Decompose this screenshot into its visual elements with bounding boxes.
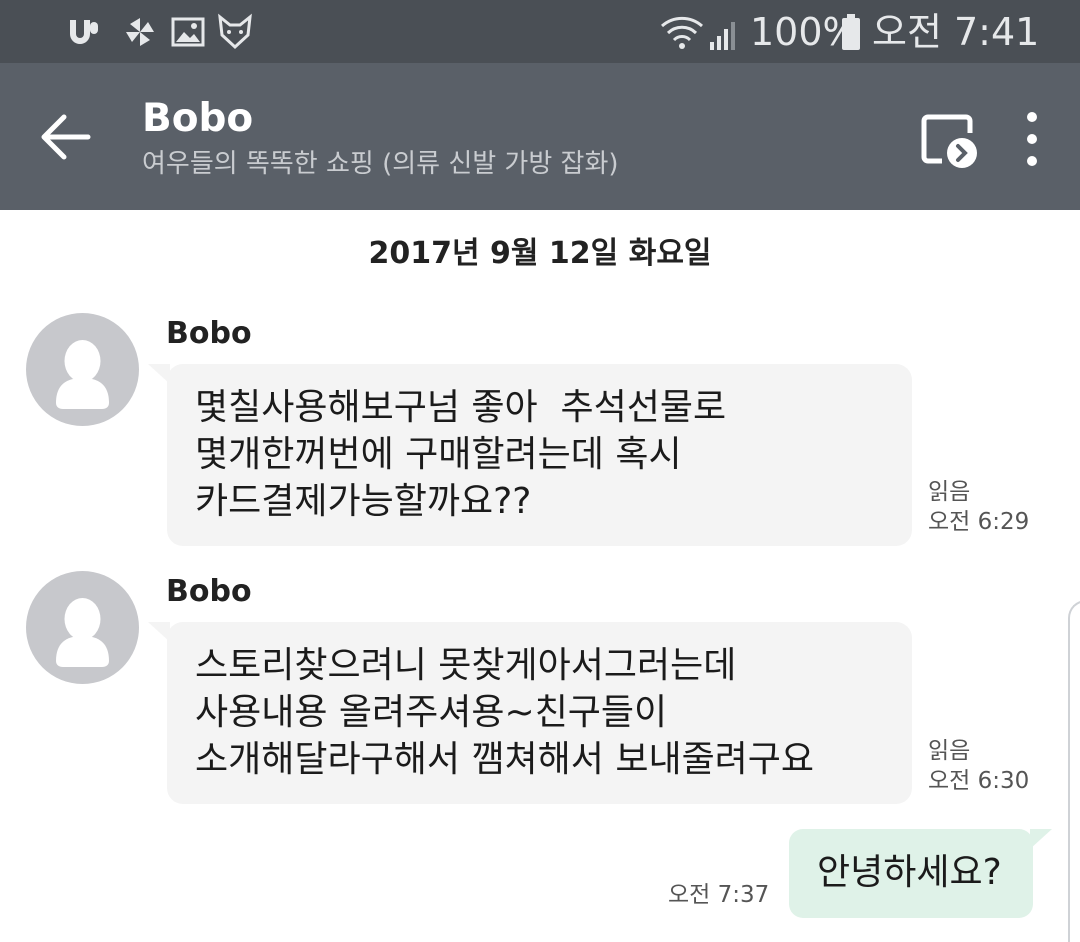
read-status: 읽음 xyxy=(928,479,971,505)
read-status: 읽음 xyxy=(928,738,971,764)
unifi-app-icon xyxy=(70,20,98,44)
avatar[interactable] xyxy=(26,571,139,684)
message-bubble[interactable]: 몇칠사용해보구넘 좋아 추석선물로 몇개한꺼번에 구매할려는데 혹시 카드결제가… xyxy=(167,364,912,546)
gallery-icon xyxy=(171,17,205,47)
arrow-left-icon[interactable] xyxy=(28,99,104,175)
message-time: 오전 6:29 xyxy=(928,509,1030,535)
app-bar: Bobo 여우들의 똑똑한 쇼핑 (의류 신발 가방 잡화) xyxy=(0,63,1080,210)
status-bar: 100% 오전 7:41 xyxy=(0,0,1080,63)
fox-app-icon xyxy=(218,13,252,50)
cast-screen-icon[interactable] xyxy=(912,103,984,175)
pinwheel-icon xyxy=(126,18,154,46)
person-icon xyxy=(56,598,109,667)
message-text: 스토리찾으려니 못찾게아서그러는데 사용내용 올려주셔용~친구들이 소개해달라구… xyxy=(195,645,815,780)
date-separator: 2017년 9월 12일 화요일 xyxy=(368,236,712,271)
message-text: 몇칠사용해보구넘 좋아 추석선물로 몇개한꺼번에 구매할려는데 혹시 카드결제가… xyxy=(195,387,727,522)
chat-title: Bobo xyxy=(142,96,254,141)
sender-name: Bobo xyxy=(166,316,252,351)
signal-icon xyxy=(710,22,735,50)
wifi-icon xyxy=(661,16,703,49)
chat-subtitle: 여우들의 똑똑한 쇼핑 (의류 신발 가방 잡화) xyxy=(142,149,619,179)
message-time: 오전 6:30 xyxy=(928,768,1030,794)
message-bubble[interactable]: 안녕하세요? xyxy=(789,829,1033,918)
status-time: 오전 7:41 xyxy=(872,10,1040,54)
avatar[interactable] xyxy=(26,313,139,426)
message-text: 안녕하세요? xyxy=(817,852,1002,893)
person-icon xyxy=(56,340,109,409)
bubble-tail xyxy=(1030,829,1052,849)
battery-icon xyxy=(842,14,860,50)
edge-panel-handle[interactable] xyxy=(1068,600,1080,942)
sender-name: Bobo xyxy=(166,574,252,609)
message-time: 오전 7:37 xyxy=(668,882,770,908)
message-bubble[interactable]: 스토리찾으려니 못찾게아서그러는데 사용내용 올려주셔용~친구들이 소개해달라구… xyxy=(167,622,912,804)
more-vert-icon[interactable] xyxy=(1008,103,1056,175)
